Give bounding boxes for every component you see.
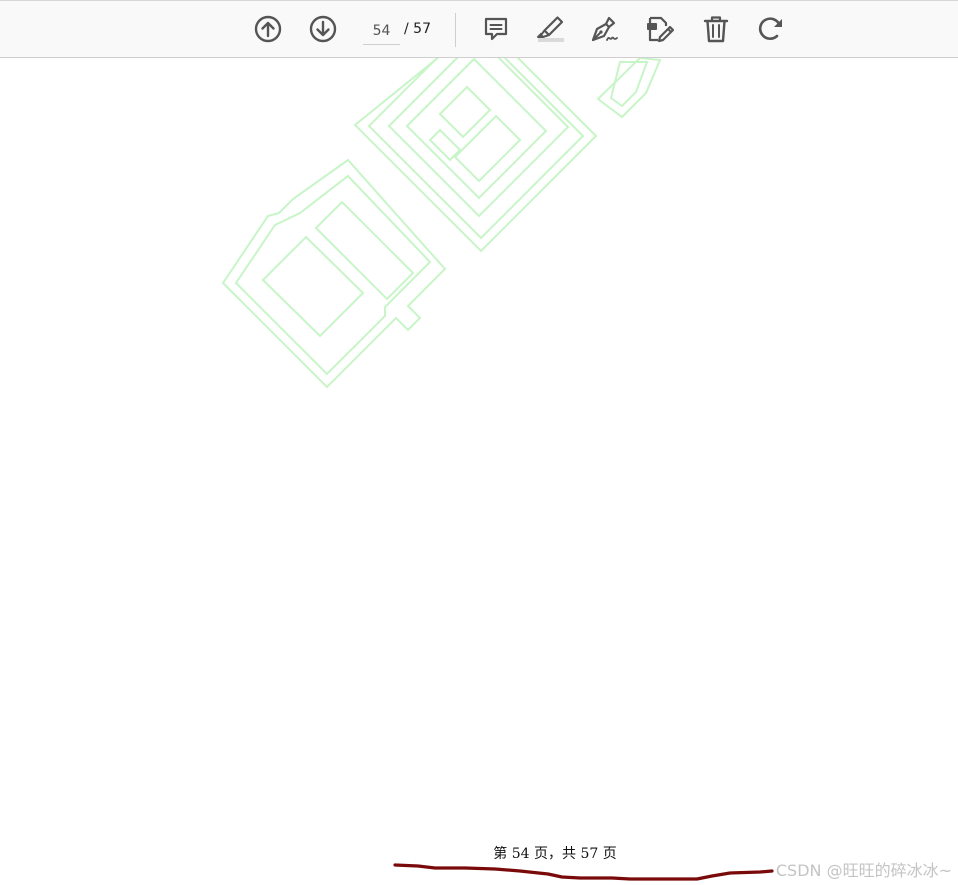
rotate-icon [758,17,782,40]
edit-document-icon [647,16,675,43]
edit-text-button[interactable] [643,11,677,47]
pdf-viewer: / 57 [0,0,958,885]
trash-icon [703,16,729,43]
delete-button[interactable] [699,11,733,47]
pdf-page: 第 54 页，共 57 页 CSDN @旺旺的碎冰冰~ [0,58,958,885]
draw-button[interactable] [588,11,622,47]
toolbar: / 57 [0,0,958,58]
highlight-button[interactable] [533,11,567,47]
comment-icon [484,17,508,41]
rotate-button[interactable] [753,11,787,47]
ink-annotation [393,863,774,881]
highlighter-icon [537,16,564,42]
previous-page-button[interactable] [251,11,285,47]
pen-draw-icon [591,16,618,42]
next-page-button[interactable] [306,11,340,47]
arrow-up-circle-icon [254,15,282,43]
arrow-down-circle-icon [309,15,337,43]
csdn-watermark-text: CSDN @旺旺的碎冰冰~ [775,861,952,880]
add-comment-button[interactable] [479,11,513,47]
total-pages-label: / 57 [404,21,431,37]
toolbar-divider [455,13,456,47]
page-number-input[interactable] [363,18,400,45]
